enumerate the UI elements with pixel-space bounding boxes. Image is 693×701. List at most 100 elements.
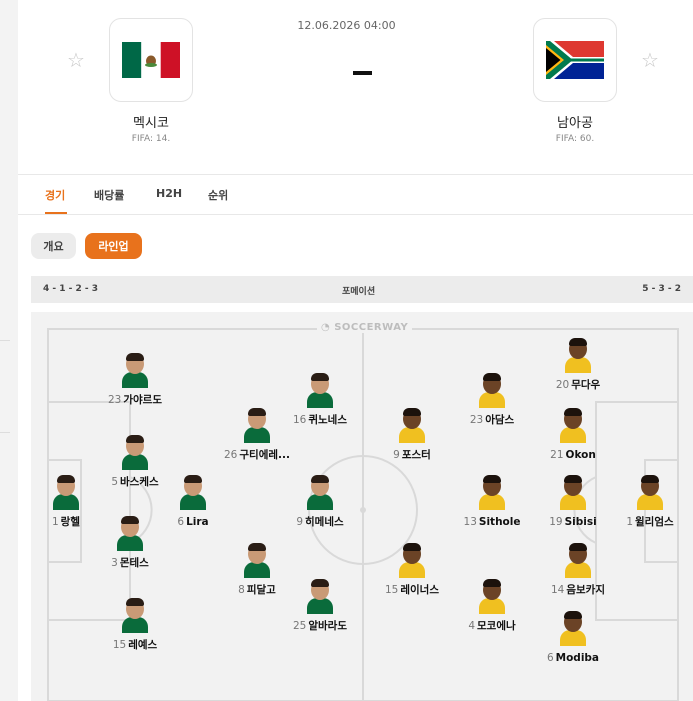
player-photo-avatar [120, 352, 150, 388]
away-player[interactable]: 14 음보카지 [528, 542, 628, 597]
home-team-name[interactable]: 멕시코 [109, 112, 193, 131]
player-label: 26 구티에레... [224, 447, 290, 462]
away-player[interactable]: 21 Okon [523, 407, 623, 462]
player-name: 가야르도 [123, 394, 162, 406]
player-name: Sibisi [564, 516, 597, 528]
player-name: 아담스 [485, 414, 515, 426]
player-number: 21 [550, 449, 564, 461]
player-number: 23 [469, 414, 484, 426]
player-photo-avatar [242, 407, 272, 443]
player-name: Okon [565, 449, 596, 461]
home-player[interactable]: 15 레예스 [85, 597, 185, 652]
player-label: 4 모코에나 [468, 618, 515, 633]
player-number: 15 [384, 584, 399, 596]
player-name: 알바라도 [308, 620, 347, 632]
away-fifa-rank: FIFA: 60. [555, 134, 595, 144]
tab-standings[interactable]: 순위 [208, 187, 228, 203]
player-photo-avatar [558, 610, 588, 646]
player-name: 포스터 [401, 449, 431, 461]
player-photo-avatar [477, 578, 507, 614]
formation-title: 포메이션 [342, 287, 376, 297]
player-name: 무다우 [571, 379, 601, 391]
player-label: 9 포스터 [393, 447, 431, 462]
player-label: 20 무다우 [556, 377, 600, 392]
player-number: 26 [224, 449, 238, 461]
away-formation: 5 - 3 - 2 [642, 284, 681, 294]
player-name: 구티에레... [239, 449, 290, 461]
player-label: 3 몬테스 [111, 555, 149, 570]
player-photo-avatar [635, 474, 665, 510]
player-number: 6 [177, 516, 185, 528]
player-number: 19 [549, 516, 563, 528]
player-photo-avatar [558, 407, 588, 443]
player-number: 8 [238, 584, 245, 596]
player-label: 1 랑헬 [52, 514, 80, 529]
home-team[interactable]: 멕시코 FIFA: 14. [109, 18, 193, 144]
player-number: 9 [393, 449, 400, 461]
player-photo-avatar [477, 474, 507, 510]
subtab-lineups[interactable]: 라인업 [85, 233, 142, 259]
player-photo-avatar [563, 542, 593, 578]
south-africa-flag-logo[interactable] [533, 18, 617, 102]
player-name: 히메네스 [305, 516, 344, 528]
home-player[interactable]: 16 퀴노네스 [270, 372, 370, 427]
player-label: 21 Okon [550, 449, 596, 461]
score-dash [353, 71, 372, 75]
player-name: 퀴노네스 [308, 414, 347, 426]
player-number: 4 [468, 620, 476, 632]
player-number: 6 [546, 652, 554, 664]
player-name: 몬테스 [119, 557, 149, 569]
player-label: 25 알바라도 [293, 618, 347, 633]
mexico-flag-logo[interactable] [109, 18, 193, 102]
player-name: Modiba [555, 652, 600, 664]
divider [0, 340, 10, 341]
player-label: 1 윌리엄스 [626, 514, 673, 529]
player-number: 20 [555, 379, 570, 391]
left-sidebar-edge [0, 0, 18, 701]
player-photo-avatar [397, 542, 427, 578]
player-name: Sithole [478, 516, 521, 528]
player-label: 9 히메네스 [296, 514, 343, 529]
player-photo-avatar [120, 597, 150, 633]
player-name: 레이너스 [400, 584, 439, 596]
player-number: 1 [51, 516, 59, 528]
away-team[interactable]: 남아공 FIFA: 60. [533, 18, 617, 144]
home-player[interactable]: 25 알바라도 [270, 578, 370, 633]
player-label: 13 Sithole [464, 516, 521, 528]
subtab-overview[interactable]: 개요 [31, 233, 76, 259]
player-photo-avatar [51, 474, 81, 510]
favorite-home-star-icon[interactable]: ☆ [66, 50, 86, 70]
player-number: 14 [550, 584, 565, 596]
player-label: 6 Lira [177, 516, 208, 528]
player-number: 9 [296, 516, 304, 528]
tab-h2h[interactable]: H2H [156, 187, 182, 200]
formation-bar: 4 - 1 - 2 - 3 포메이션 5 - 3 - 2 [31, 276, 693, 303]
tab-odds[interactable]: 배당률 [94, 187, 124, 203]
favorite-away-star-icon[interactable]: ☆ [640, 50, 660, 70]
header-divider [18, 174, 693, 175]
soccerway-watermark: ◔ SOCCERWAY [317, 322, 413, 333]
away-player[interactable]: 1 윌리엄스 [600, 474, 693, 529]
home-player[interactable]: 23 가야르도 [85, 352, 185, 407]
player-number: 16 [292, 414, 307, 426]
home-player[interactable]: 9 히메네스 [270, 474, 370, 529]
player-photo-avatar [120, 434, 150, 470]
player-number: 1 [626, 516, 634, 528]
player-name: 윌리엄스 [635, 516, 674, 528]
player-number: 25 [292, 620, 307, 632]
tab-match[interactable]: 경기 [45, 187, 65, 203]
home-player[interactable]: 6 Lira [143, 474, 243, 529]
player-name: 음보카지 [566, 584, 605, 596]
away-team-name[interactable]: 남아공 [533, 112, 617, 131]
away-player[interactable]: 6 Modiba [523, 610, 623, 665]
player-photo-avatar [305, 474, 335, 510]
player-photo-avatar [477, 372, 507, 408]
divider [0, 432, 10, 433]
player-label: 23 가야르도 [108, 392, 162, 407]
away-player[interactable]: 20 무다우 [528, 337, 628, 392]
home-formation: 4 - 1 - 2 - 3 [43, 284, 99, 294]
player-photo-avatar [115, 515, 145, 551]
player-label: 15 레이너스 [385, 582, 439, 597]
player-label: 23 아담스 [470, 412, 514, 427]
player-number: 5 [111, 476, 119, 488]
